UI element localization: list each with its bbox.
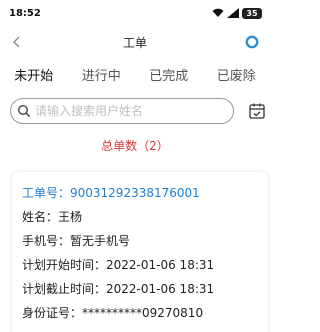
nav-bar: 工单	[0, 26, 270, 58]
tab-in-progress[interactable]: 进行中	[68, 58, 136, 96]
phone-number: 手机号：暂无手机号	[22, 234, 131, 248]
wifi-icon	[212, 8, 224, 17]
page-title: 工单	[122, 35, 147, 50]
status-bar: 18:52 35	[0, 0, 270, 26]
plan-end-time: 计划截止时间：2022-01-06 18:31	[22, 282, 215, 296]
status-time: 18:52	[9, 7, 41, 19]
search-input[interactable]	[35, 104, 225, 118]
id-card-number: 身份证号：**********09270810	[22, 306, 204, 320]
back-icon[interactable]	[8, 33, 26, 51]
status-icons: 35	[212, 7, 262, 19]
order-number: 工单号：90031292338176001	[22, 186, 200, 200]
search-box[interactable]	[10, 98, 234, 124]
search-icon	[17, 104, 31, 118]
tab-completed[interactable]: 已完成	[135, 58, 203, 96]
plan-start-time: 计划开始时间：2022-01-06 18:31	[22, 258, 215, 272]
signal-icon	[227, 8, 239, 18]
tab-not-started[interactable]: 未开始	[0, 58, 68, 96]
battery-indicator: 35	[242, 7, 262, 19]
customer-name: 姓名：王杨	[22, 210, 83, 224]
work-order-card[interactable]: 工单号：90031292338176001 姓名：王杨 手机号：暂无手机号 计划…	[12, 172, 268, 332]
total-count: 总单数（2）	[101, 139, 169, 153]
circle-icon[interactable]	[244, 34, 260, 50]
status-tabs: 未开始 进行中 已完成 已废除	[0, 58, 270, 96]
search-row	[10, 98, 266, 124]
calendar-icon[interactable]	[248, 102, 266, 120]
tab-abolished[interactable]: 已废除	[203, 58, 271, 96]
